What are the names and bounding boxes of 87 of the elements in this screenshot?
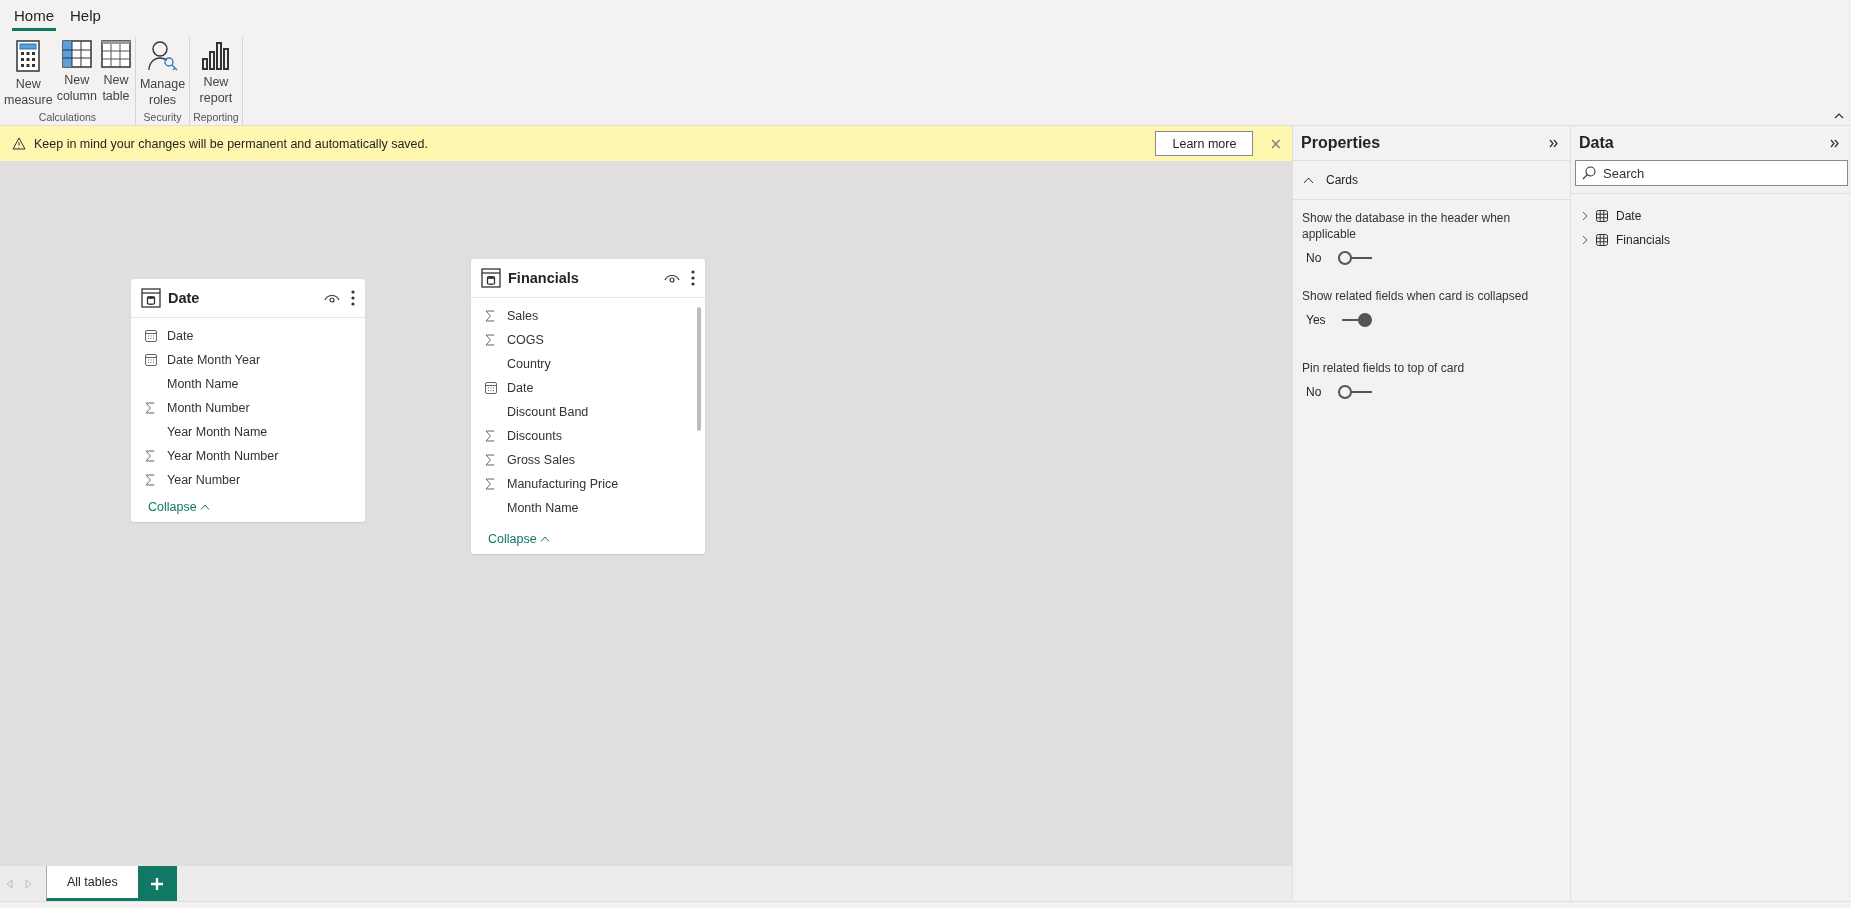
table-card[interactable]: Date Date Date Month Year Month Name Month Number Year Month Name Year Month Number Year Number Collapse [131, 279, 365, 522]
sigma-icon [485, 430, 495, 442]
eye-icon[interactable] [664, 272, 680, 284]
field-name: Discount Band [507, 405, 589, 419]
sigma-icon [485, 454, 495, 466]
toggle-switch[interactable] [1338, 251, 1372, 265]
toggle-value: No [1306, 251, 1323, 265]
panel-title: Properties [1301, 134, 1381, 152]
chevron-up-icon [1303, 176, 1314, 184]
ribbon-tab[interactable]: Help [68, 4, 103, 31]
chevron-right-icon [1581, 235, 1588, 245]
field-name: COGS [507, 333, 544, 347]
group-label: Reporting [193, 111, 239, 125]
field-name: Year Number [167, 473, 241, 487]
search-field[interactable]: Search [1575, 160, 1848, 186]
table-icon [100, 40, 131, 68]
learn-more-button[interactable]: Learn more [1155, 131, 1254, 156]
table-card[interactable]: Financials Sales COGS Country Date Discount Band Discounts Gross Sales Manufacturing Price Month Name Collapse [471, 259, 705, 554]
sigma-icon [145, 450, 155, 462]
sigma-icon [485, 334, 495, 346]
table-column-icon [61, 40, 92, 68]
caret-up-icon [539, 536, 550, 542]
plus-icon [151, 877, 164, 890]
collapse-ribbon-icon[interactable] [1834, 113, 1844, 119]
collapse-link[interactable]: Collapse [148, 500, 210, 514]
bar-chart-icon [200, 40, 231, 70]
ribbon-button[interactable]: New table [99, 37, 132, 111]
ribbon-button[interactable]: New measure [3, 37, 54, 111]
table-tree-item[interactable]: Financials [1571, 228, 1851, 252]
table-icon [481, 268, 501, 288]
card-title: Financials [508, 270, 579, 286]
group-label: Calculations [38, 111, 97, 125]
section-header[interactable]: Cards [1293, 160, 1570, 200]
toggle-value: Yes [1306, 313, 1326, 327]
calendar-icon [485, 382, 497, 394]
group-label: Security [143, 111, 182, 125]
ribbon-button[interactable]: Manage roles [138, 37, 187, 111]
close-button[interactable]: × [1269, 134, 1282, 153]
caret-up-icon [199, 504, 210, 510]
field-name: Year Month Number [167, 449, 279, 463]
search-icon [1582, 166, 1596, 180]
ribbon-button[interactable]: New column [55, 37, 98, 111]
field-name: Month Name [507, 501, 579, 515]
grid-icon [1596, 210, 1608, 222]
field-name: Gross Sales [507, 453, 576, 467]
chevron-right-icon [1581, 211, 1588, 221]
toggle-value: No [1306, 385, 1323, 399]
expand-panel-icon[interactable] [1830, 138, 1839, 148]
field-name: Month Number [167, 401, 250, 415]
warning-icon [12, 137, 26, 150]
setting-label: Pin related fields to top of card [1302, 360, 1466, 376]
setting-label: Show the database in the header when applicable [1302, 210, 1512, 242]
layout-tab[interactable]: All tables [46, 866, 138, 901]
calculator-icon [14, 40, 43, 72]
eye-icon[interactable] [324, 292, 340, 304]
field-name: Sales [507, 309, 539, 323]
more-options-icon[interactable] [351, 290, 355, 306]
field-name: Year Month Name [167, 425, 268, 439]
person-key-icon [147, 40, 178, 72]
field-name: Date [507, 381, 534, 395]
panel-title: Data [1579, 134, 1614, 152]
table-tree-item[interactable]: Date [1571, 204, 1851, 228]
setting-label: Show related fields when card is collapsed [1302, 288, 1530, 304]
field-name: Date Month Year [167, 353, 261, 367]
more-options-icon[interactable] [691, 270, 695, 286]
sigma-icon [485, 310, 495, 322]
calendar-icon [145, 354, 157, 366]
grid-icon [1596, 234, 1608, 246]
scrollbar[interactable] [697, 307, 701, 431]
sigma-icon [145, 474, 155, 486]
field-name: Date [167, 329, 194, 343]
table-icon [141, 288, 161, 308]
card-title: Date [168, 290, 200, 306]
sigma-icon [145, 402, 155, 414]
expand-panel-icon[interactable] [1549, 138, 1558, 148]
banner-message: Keep in mind your changes will be permanent and automatically saved. [34, 136, 428, 151]
add-layout-button[interactable] [137, 866, 177, 901]
sigma-icon [485, 478, 495, 490]
collapse-link[interactable]: Collapse [488, 532, 550, 546]
ribbon-tab[interactable]: Home [12, 4, 56, 31]
field-name: Manufacturing Price [507, 477, 619, 491]
ribbon-button[interactable]: New report [198, 37, 234, 111]
calendar-icon [145, 330, 157, 342]
toggle-switch[interactable] [1338, 385, 1372, 399]
field-name: Country [507, 357, 551, 371]
field-name: Discounts [507, 429, 562, 443]
field-name: Month Name [167, 377, 239, 391]
